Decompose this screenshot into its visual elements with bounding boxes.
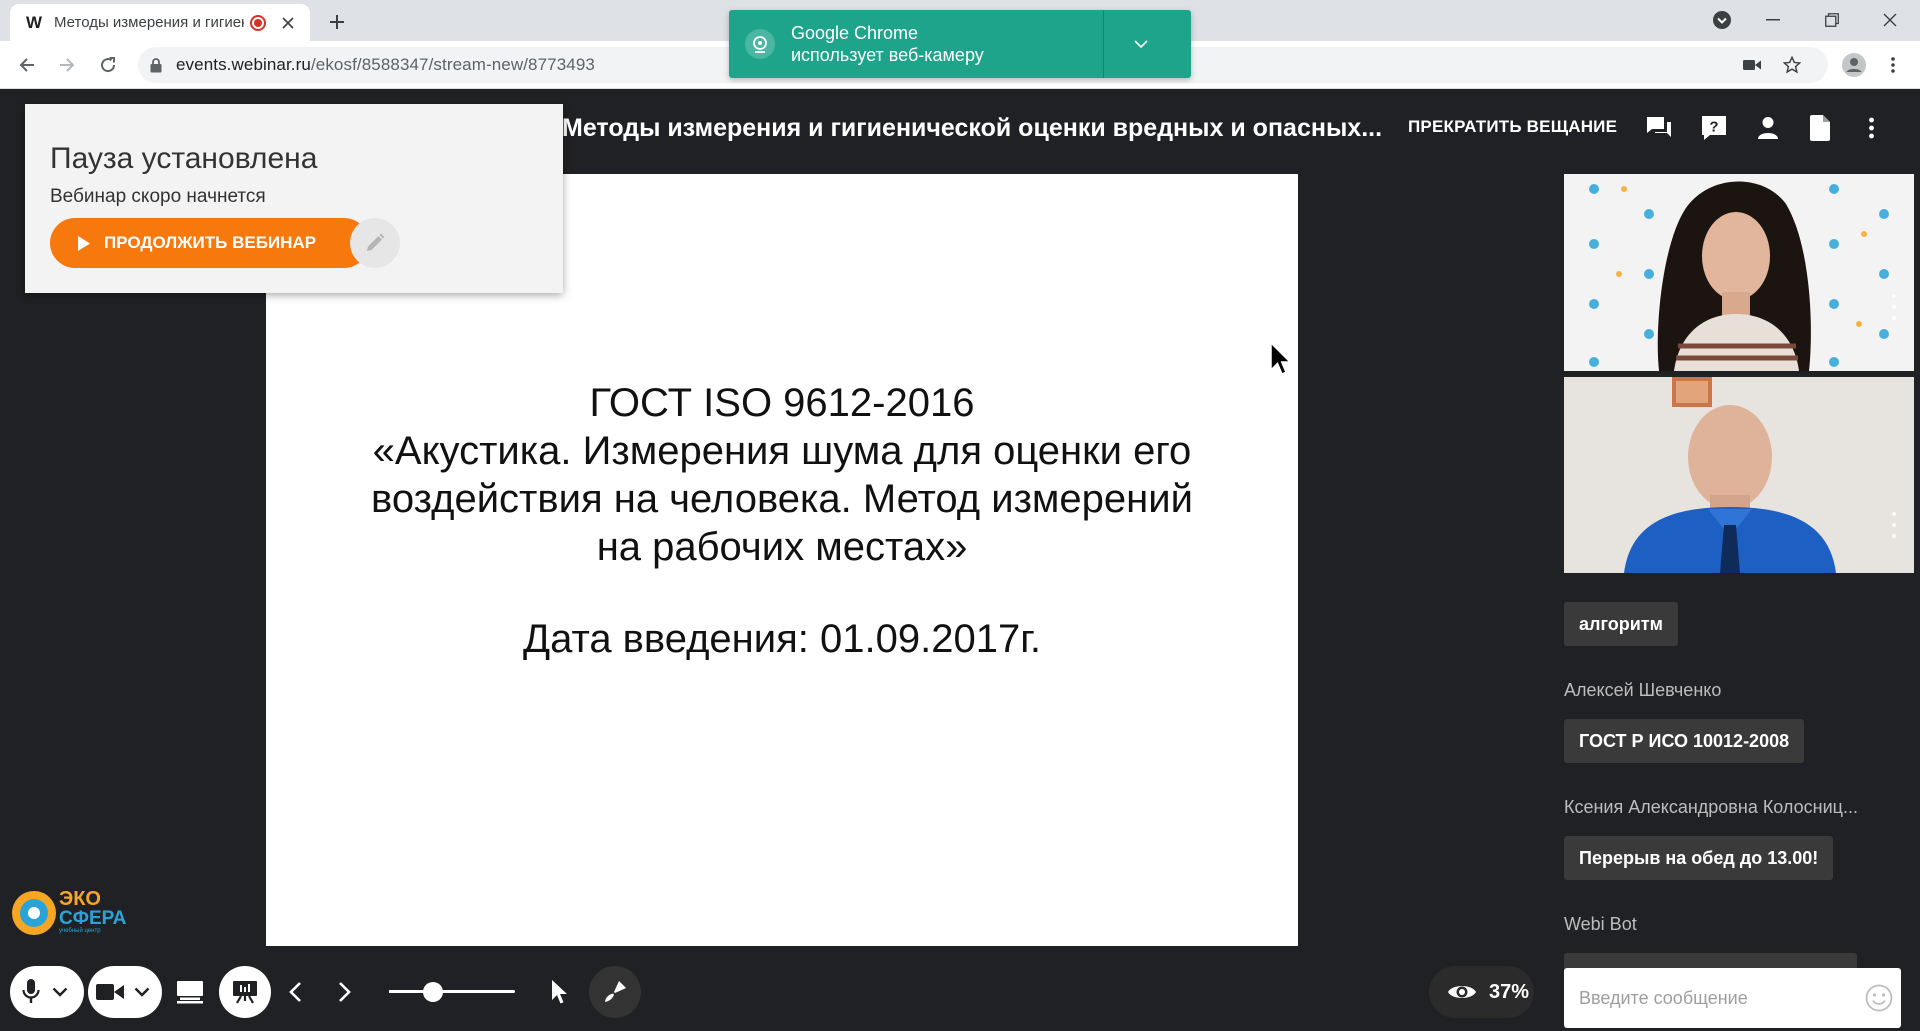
pause-title: Пауза установлена [50, 142, 318, 175]
chat-message: алгоритм [1564, 602, 1678, 646]
video-feed-presenter-1[interactable] [1564, 174, 1914, 371]
slide-line: ГОСТ ISO 9612-2016 [589, 381, 975, 425]
play-icon [78, 235, 90, 251]
next-slide-button[interactable] [319, 966, 371, 1018]
chat-message-input[interactable] [1579, 987, 1849, 1009]
url-text: events.webinar.ru/ekosf/8588347/stream-n… [176, 55, 595, 75]
stop-broadcast-button[interactable]: ПРЕКРАТИТЬ ВЕЩАНИЕ [1408, 117, 1617, 137]
chat-input-box [1564, 968, 1901, 1028]
chat-author: Webi Bot [1564, 914, 1637, 934]
mouse-cursor-icon [1270, 342, 1292, 376]
video-frame [1564, 377, 1914, 573]
pointer-tool-button[interactable] [534, 966, 586, 1018]
pointer-icon [552, 980, 567, 1004]
chat-author: Ксения Александровна Колосниц... [1564, 797, 1858, 817]
camera-dropdown-icon[interactable] [134, 987, 150, 997]
video-frame [1564, 174, 1914, 371]
close-window-icon[interactable] [1870, 4, 1910, 36]
continue-webinar-button[interactable]: ПРОДОЛЖИТЬ ВЕБИНАР [50, 218, 369, 268]
eye-icon [1448, 986, 1476, 998]
draw-tool-icon [605, 981, 626, 1002]
zoom-slider-handle[interactable] [423, 982, 444, 1002]
webcam-icon [745, 29, 775, 59]
video-feed-presenter-2[interactable] [1564, 377, 1914, 573]
chevron-left-icon [289, 982, 301, 1002]
webinar-favicon-icon: W [26, 12, 43, 32]
profile-avatar-icon[interactable] [1839, 50, 1869, 80]
camera-icon[interactable] [96, 982, 124, 1002]
webcam-notification: Google Chrome использует веб-камеру [729, 10, 1191, 78]
slide-title: ГОСТ ISO 9612-2016 «Акустика. Измерения … [266, 379, 1298, 571]
webinar-menu-icon[interactable] [1855, 112, 1887, 144]
drawing-tool-button[interactable] [589, 966, 641, 1018]
camera-in-use-icon[interactable] [1734, 47, 1770, 83]
edit-pencil-button[interactable] [350, 218, 400, 268]
notification-line2: использует веб-камеру [791, 45, 984, 65]
slide-line: «Акустика. Измерения шума для оценки его [372, 429, 1192, 473]
previous-slide-button[interactable] [269, 966, 321, 1018]
logo-mark-icon [12, 890, 56, 935]
logo-text: ЭКО СФЕРА учебный центр [59, 888, 127, 935]
question-icon[interactable]: ? [1698, 112, 1730, 144]
ecosphere-logo: ЭКО СФЕРА учебный центр [12, 888, 127, 935]
logo-tagline: учебный центр [59, 928, 101, 934]
chat-message: Перерыв на обед до 13.00! [1564, 836, 1834, 880]
load-indicator: 37% [1429, 966, 1534, 1018]
minimize-icon[interactable] [1753, 4, 1793, 36]
svg-text:?: ? [1709, 119, 1718, 136]
screen-share-icon [177, 981, 203, 1004]
pencil-icon [367, 233, 385, 251]
back-icon[interactable] [12, 50, 42, 80]
video-1-menu-icon[interactable] [1892, 294, 1896, 320]
browser-menu-icon[interactable] [1878, 50, 1908, 80]
screen-share-button[interactable] [164, 966, 216, 1018]
restore-icon[interactable] [1812, 4, 1852, 36]
microphone-icon[interactable] [22, 979, 40, 1005]
camera-control [88, 966, 162, 1018]
load-percent: 37% [1489, 980, 1530, 1003]
video-2-menu-icon[interactable] [1892, 512, 1896, 538]
chat-author: Алексей Шевченко [1564, 680, 1722, 700]
pause-subtitle: Вебинар скоро начнется [50, 186, 266, 207]
chat-message: ГОСТ Р ИСО 10012-2008 [1564, 719, 1805, 763]
microphone-control [10, 966, 84, 1018]
presentation-icon [233, 981, 257, 1004]
webinar-title: Методы измерения и гигиенической оценки … [562, 114, 1383, 142]
slide-line: воздействия на человека. Метод измерений [371, 477, 1193, 521]
slide-date: Дата введения: 01.09.2017г. [522, 617, 1042, 661]
emoji-smile-icon[interactable] [1865, 984, 1893, 1012]
pause-card: Пауза установлена Вебинар скоро начнется… [25, 104, 563, 293]
url-domain: events.webinar.ru [176, 55, 311, 74]
logo-word2: СФЕРА [59, 908, 127, 929]
new-tab-button[interactable] [324, 9, 350, 35]
url-path: /ekosf/8588347/stream-new/8773493 [310, 55, 595, 74]
webcam-notification-text: Google Chrome использует веб-камеру [791, 22, 1103, 66]
file-icon[interactable] [1804, 112, 1836, 144]
continue-webinar-label: ПРОДОЛЖИТЬ ВЕБИНАР [104, 233, 317, 252]
browser-tab[interactable]: W Методы измерения и гигиен [10, 4, 310, 41]
logo-word1: ЭКО [59, 888, 101, 910]
forward-icon[interactable] [52, 50, 82, 80]
tab-search-icon[interactable] [1702, 4, 1742, 36]
microphone-dropdown-icon[interactable] [52, 987, 68, 997]
chevron-right-icon [339, 982, 351, 1002]
notification-expand-icon[interactable] [1104, 40, 1178, 48]
presentation-button[interactable] [219, 966, 271, 1018]
reload-icon[interactable] [93, 50, 123, 80]
notification-line1: Google Chrome [791, 23, 919, 43]
bookmark-star-icon[interactable] [1774, 47, 1810, 83]
participants-icon[interactable] [1752, 112, 1784, 144]
tab-title: Методы измерения и гигиен [54, 14, 244, 31]
recording-icon [250, 14, 266, 31]
slide-line: на рабочих местах» [596, 525, 968, 569]
close-tab-icon[interactable] [282, 16, 294, 29]
chat-icon[interactable] [1643, 112, 1675, 144]
lock-icon[interactable] [150, 57, 162, 73]
